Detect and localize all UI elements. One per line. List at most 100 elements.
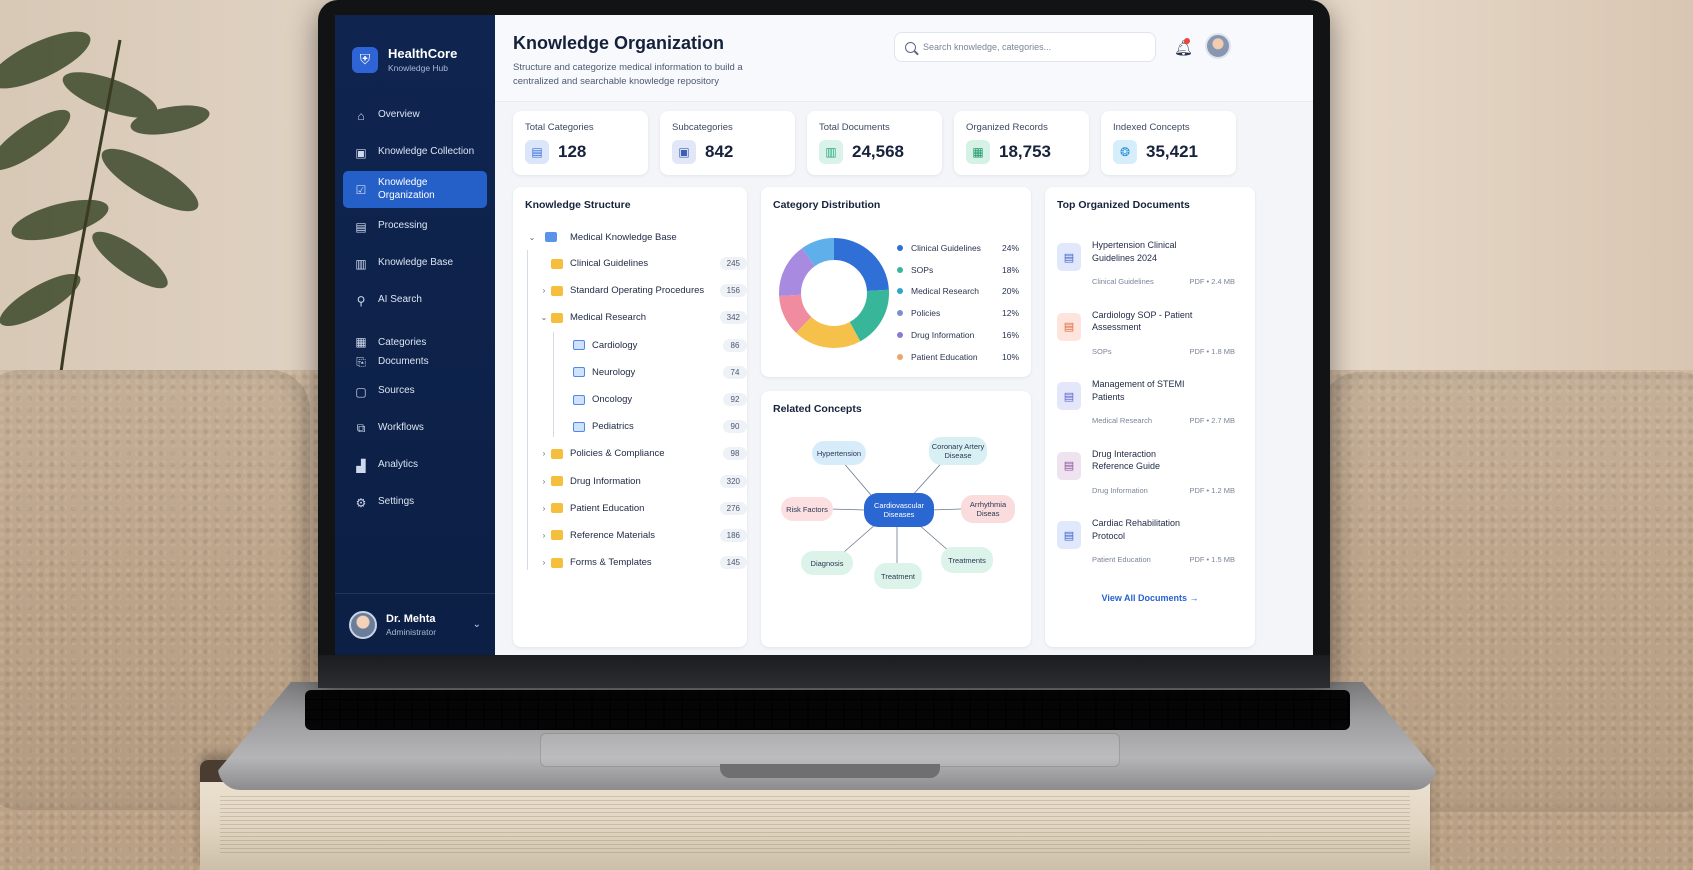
sidebar-item-analytics[interactable]: ▟ Analytics — [343, 447, 487, 484]
tree-item[interactable]: ⌄ Medical Research 342 — [537, 304, 747, 331]
tree-item[interactable]: › Policies & Compliance 98 — [537, 440, 747, 467]
document-icon: ▤ — [525, 140, 549, 164]
brand-title: HealthCore — [388, 46, 458, 61]
concept-node-arrhythmia[interactable]: Arrhythmia Diseas — [961, 495, 1015, 523]
concept-node-risk-factors[interactable]: Risk Factors — [781, 497, 833, 521]
folder-icon — [551, 312, 563, 323]
document-item[interactable]: ▤ Cardiology SOP - Patient Assessment SOPs… — [1057, 309, 1235, 359]
tree-item[interactable]: › Patient Education 276 — [537, 495, 747, 522]
legend-item: Clinical Guidelines 24% — [897, 237, 1019, 259]
tree-item[interactable]: Neurology 74 — [537, 359, 747, 386]
view-all-documents-link[interactable]: View All Documents → — [1045, 593, 1255, 603]
stat-label: Subcategories — [672, 122, 733, 133]
card-title: Top Organized Documents — [1057, 199, 1190, 211]
document-item[interactable]: ▤ Drug Interaction Reference Guide Drug In… — [1057, 448, 1235, 498]
search-bar[interactable] — [894, 32, 1156, 62]
count-badge: 186 — [719, 528, 747, 542]
search-input[interactable] — [923, 42, 1143, 52]
legend-dot — [897, 266, 903, 273]
avatar — [349, 610, 377, 639]
sidebar-item-documents[interactable]: ⎘ Documents — [343, 351, 487, 373]
tree-item-label: Patient Education — [570, 502, 645, 514]
stat-value: 18,753 — [999, 142, 1051, 161]
chevron-right-icon[interactable]: › — [537, 531, 551, 540]
document-meta: PDF • 1.5 MB — [1189, 555, 1235, 564]
sidebar-item-label: Processing — [378, 220, 428, 232]
count-badge: 145 — [719, 556, 747, 570]
stat-card-subcategories: Subcategories ▣ 842 — [660, 111, 795, 175]
folder-icon — [551, 557, 563, 568]
document-item[interactable]: ▤ Management of STEMI Patients Medical Res… — [1057, 378, 1235, 428]
sidebar-item-ai-search[interactable]: ⚲ AI Search — [343, 282, 487, 319]
chevron-right-icon[interactable]: › — [537, 449, 551, 458]
sidebar-item-categories[interactable]: ▦ Categories — [343, 319, 487, 351]
legend-value: 12% — [1001, 308, 1019, 319]
stat-label: Indexed Concepts — [1113, 122, 1190, 133]
concept-node-diagnosis[interactable]: Diagnosis — [801, 551, 853, 575]
count-badge: 276 — [719, 501, 747, 515]
chevron-right-icon[interactable]: › — [537, 477, 551, 486]
tree-item[interactable]: › Forms & Templates 145 — [537, 549, 747, 576]
sidebar-item-settings[interactable]: ⚙ Settings — [343, 484, 487, 521]
stats-row: Total Categories ▤ 128 Subcategories ▣ 842… — [513, 111, 1236, 175]
chevron-right-icon[interactable]: › — [537, 558, 551, 567]
sidebar-item-processing[interactable]: ▤ Processing — [343, 208, 487, 245]
sidebar-item-sources[interactable]: ▢ Sources — [343, 373, 487, 410]
top-documents-card: Top Organized Documents ▤ Hypertension Cl… — [1045, 187, 1255, 647]
concept-node-treatment[interactable]: Treatment — [874, 563, 922, 589]
legend-item: Medical Research 20% — [897, 281, 1019, 303]
avatar[interactable] — [1205, 33, 1231, 59]
stat-card-indexed-concepts: Indexed Concepts ❂ 35,421 — [1101, 111, 1236, 175]
tree-item[interactable]: Pediatrics 90 — [537, 413, 747, 440]
concept-node-center[interactable]: Cardiovascular Diseases — [864, 493, 934, 527]
tree-item[interactable]: Clinical Guidelines 245 — [537, 250, 747, 277]
sidebar-item-label: AI Search — [378, 294, 422, 306]
folder-icon — [551, 448, 563, 459]
tree-item[interactable]: › Standard Operating Procedures 156 — [537, 277, 747, 304]
legend-dot — [897, 332, 903, 339]
chevron-down-icon[interactable]: ⌄ — [537, 313, 551, 322]
sidebar-item-workflows[interactable]: ⧉ Workflows — [343, 410, 487, 447]
chevron-right-icon[interactable]: › — [537, 286, 551, 295]
folder-icon — [573, 367, 585, 378]
header: Knowledge Organization Structure and cat… — [495, 15, 1313, 102]
document-meta: PDF • 1.8 MB — [1189, 346, 1235, 356]
file-icon: ▥ — [819, 140, 843, 164]
tree-root[interactable]: ⌄ Medical Knowledge Base — [525, 227, 747, 247]
tree-item[interactable]: Oncology 92 — [537, 386, 747, 413]
tree-item-label: Standard Operating Procedures — [570, 285, 705, 297]
gear-icon: ⚙ — [355, 495, 367, 510]
concept-node-hypertension[interactable]: Hypertension — [812, 441, 866, 465]
processing-icon: ▤ — [355, 219, 367, 234]
legend-label: Policies — [911, 308, 941, 319]
documents-icon: ⎘ — [356, 354, 366, 369]
folder-icon — [545, 232, 557, 242]
count-badge: 245 — [719, 257, 747, 271]
document-item[interactable]: ▤ Hypertension Clinical Guidelines 2024 Cl… — [1057, 239, 1235, 289]
legend-dot — [897, 310, 903, 317]
sidebar-item-knowledge-organization[interactable]: ☑ Knowledge Organization — [343, 171, 487, 208]
tree-item[interactable]: › Reference Materials 186 — [537, 522, 747, 549]
user-profile[interactable]: Dr. Mehta Administrator ⌄ — [335, 593, 495, 655]
legend-item: Policies 12% — [897, 302, 1019, 324]
chevron-down-icon[interactable]: ⌄ — [473, 619, 481, 630]
chevron-down-icon[interactable]: ⌄ — [525, 233, 539, 242]
count-badge: 342 — [719, 311, 747, 325]
tree-item[interactable]: › Drug Information 320 — [537, 468, 747, 495]
sidebar-item-knowledge-base[interactable]: ▥ Knowledge Base — [343, 245, 487, 282]
chevron-right-icon[interactable]: › — [537, 504, 551, 513]
related-concepts-card: Related Concepts Hypertension Coronary A… — [761, 391, 1031, 647]
concept-node-treatments[interactable]: Treatments — [941, 547, 993, 573]
tree-item[interactable]: Cardiology 86 — [537, 332, 747, 359]
brain-icon: ❂ — [1113, 140, 1137, 164]
stat-card-organized-records: Organized Records ▦ 18,753 — [954, 111, 1089, 175]
count-badge: 320 — [719, 474, 747, 488]
tree-item-label: Reference Materials — [570, 529, 656, 541]
sidebar-item-knowledge-collection[interactable]: ▣ Knowledge Collection — [343, 134, 487, 171]
document-category: Clinical Guidelines — [1092, 277, 1154, 286]
sidebar-item-overview[interactable]: ⌂ Overview — [343, 97, 487, 134]
concept-node-coronary-artery-disease[interactable]: Coronary Artery Disease — [929, 437, 987, 465]
legend-label: Clinical Guidelines — [911, 242, 981, 253]
document-item[interactable]: ▤ Cardiac Rehabilitation Protocol Patient … — [1057, 517, 1235, 567]
user-role: Administrator — [386, 626, 437, 637]
